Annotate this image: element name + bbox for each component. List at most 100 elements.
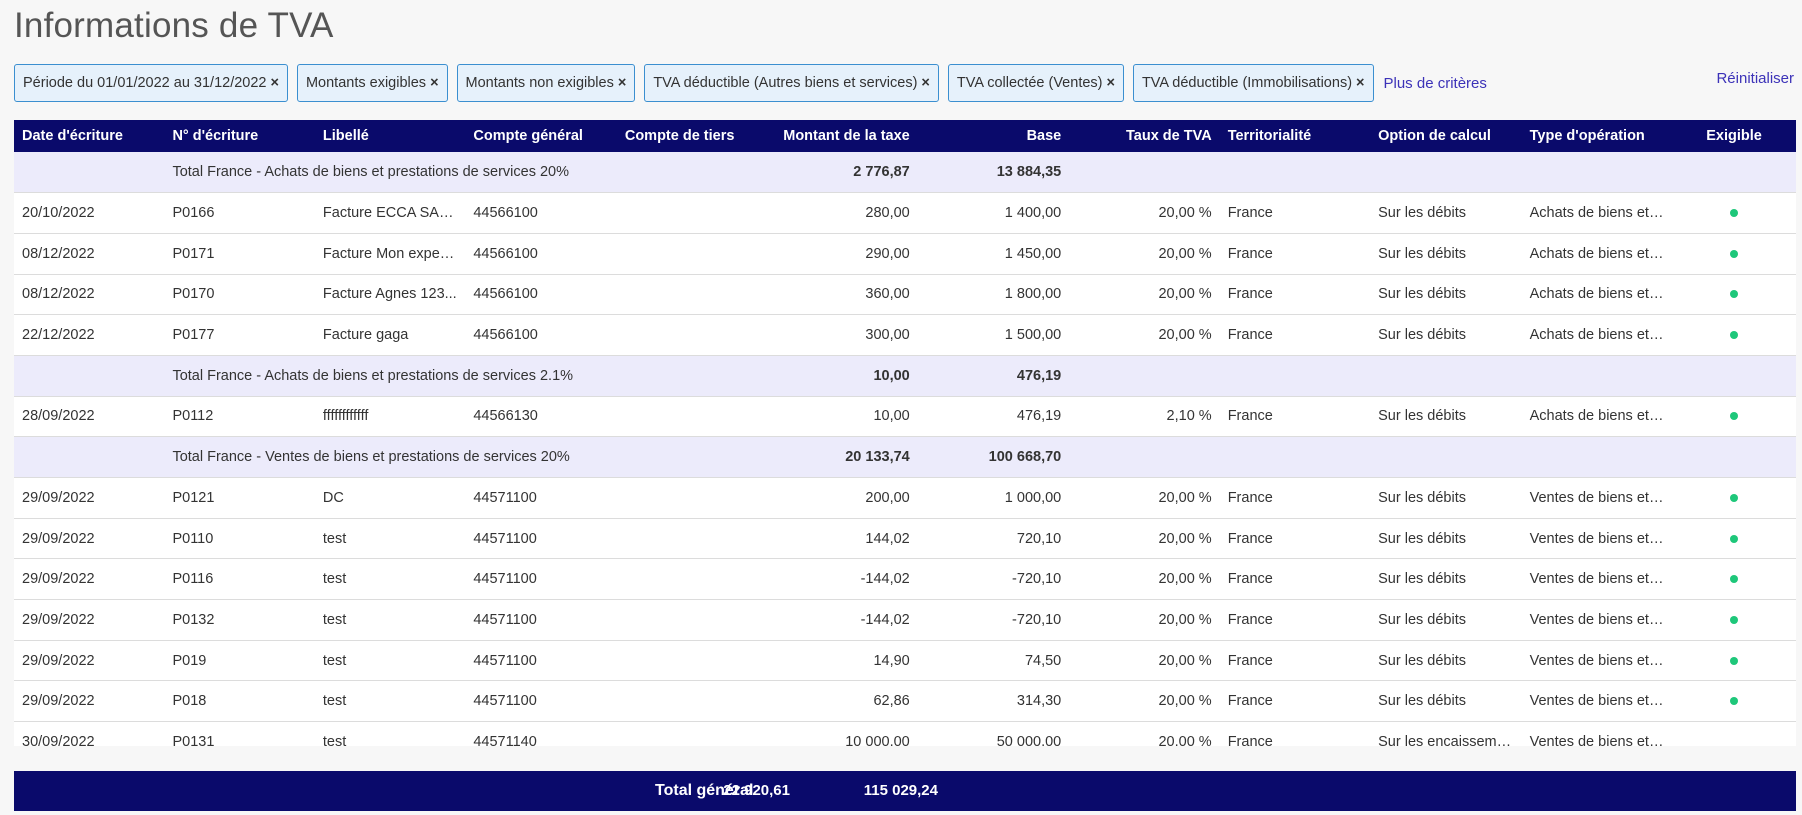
cell-operation-type: Ventes de biens et ... <box>1529 652 1666 669</box>
cell-date: 22/12/2022 <box>22 327 95 344</box>
cell-exigible <box>1672 681 1796 722</box>
table-row[interactable]: 29/09/2022 P0116 test 44571100 -144,02 -720,1… <box>14 559 1796 600</box>
group-total-row[interactable]: Total France - Achats de biens et presta… <box>14 355 1796 397</box>
filter-chip[interactable]: TVA déductible (Autres biens et services… <box>644 64 939 102</box>
cell-label: test <box>322 733 347 746</box>
cell-vat-rate: 20,00 % <box>1158 489 1212 506</box>
column-header[interactable]: Type d'opération <box>1522 120 1672 152</box>
table-row[interactable]: 29/09/2022 P018 test 44571100 62,86 314,30 20,… <box>14 681 1796 722</box>
cell-exigible <box>1672 233 1796 274</box>
cell-operation-type: Ventes de biens et ... <box>1529 611 1666 628</box>
table-header-row: Date d'écriture N° d'écriture Libellé Compt… <box>14 120 1796 152</box>
filter-chip[interactable]: TVA déductible (Immobilisations) × <box>1132 64 1374 102</box>
close-icon[interactable]: × <box>430 75 438 91</box>
cell-calc-option: Sur les débits <box>1378 408 1466 425</box>
column-header[interactable]: Option de calcul <box>1370 120 1521 152</box>
cell-exigible <box>1672 600 1796 641</box>
close-icon[interactable]: × <box>271 75 279 91</box>
group-total-row[interactable]: Total France - Ventes de biens et presta… <box>14 436 1796 478</box>
reset-link[interactable]: Réinitialiser <box>1716 70 1794 87</box>
column-header[interactable]: Territorialité <box>1220 120 1370 152</box>
table-row[interactable]: 22/12/2022 P0177 Facture gaga 44566100 300,0… <box>14 315 1796 356</box>
close-icon[interactable]: × <box>1356 75 1364 91</box>
filter-chip[interactable]: Montants non exigibles × <box>456 64 636 102</box>
cell-tax-amount: 144,02 <box>865 530 910 547</box>
cell-general-account: 44566100 <box>473 245 538 262</box>
cell-general-account: 44571100 <box>473 489 537 506</box>
cell-base: -720,10 <box>1012 611 1062 628</box>
cell-base: 1 450,00 <box>1004 245 1062 262</box>
cell-vat-rate: 20,00 % <box>1158 286 1212 303</box>
filter-chip-label: TVA déductible (Autres biens et services… <box>653 75 918 91</box>
cell-third-party-account <box>617 681 767 722</box>
cell-base: 1 000,00 <box>1004 489 1062 506</box>
column-header[interactable]: Exigible <box>1672 120 1796 152</box>
cell-tax-amount: -144,02 <box>860 611 910 628</box>
close-icon[interactable]: × <box>618 75 626 91</box>
cell-third-party-account <box>617 315 767 356</box>
filter-chip[interactable]: Période du 01/01/2022 au 31/12/2022 × <box>14 64 288 102</box>
green-dot-icon <box>1730 615 1739 624</box>
cell-territoriality: France <box>1227 571 1273 588</box>
table-row[interactable]: 29/09/2022 P0121 DC 44571100 200,00 1 000,00 2… <box>14 478 1796 519</box>
column-header[interactable]: N° d'écriture <box>164 120 314 152</box>
vat-table-container[interactable]: Date d'écriture N° d'écriture Libellé Compt… <box>14 120 1796 746</box>
table-row[interactable]: 29/09/2022 P0132 test 44571100 -144,02 -720,1… <box>14 600 1796 641</box>
cell-territoriality: France <box>1227 408 1273 425</box>
green-dot-icon <box>1730 534 1739 543</box>
cell-vat-rate: 20,00 % <box>1158 205 1212 222</box>
cell-date: 08/12/2022 <box>22 245 95 262</box>
table-row[interactable]: 30/09/2022 P0131 test 44571140 10 000,00 50 0… <box>14 722 1796 746</box>
cell-calc-option: Sur les débits <box>1378 286 1466 303</box>
column-header[interactable]: Compte de tiers <box>617 120 767 152</box>
filter-chip[interactable]: Montants exigibles × <box>296 64 448 102</box>
cell-date: 28/09/2022 <box>22 408 95 425</box>
cell-empty <box>1069 355 1796 396</box>
column-header[interactable]: Taux de TVA <box>1069 120 1219 152</box>
table-row[interactable]: 08/12/2022 P0171 Facture Mon expert... 4456… <box>14 233 1796 275</box>
cell-base: 50 000,00 <box>996 733 1062 746</box>
cell-general-account: 44571100 <box>473 530 537 547</box>
more-criteria-link[interactable]: Plus de critères <box>1384 75 1487 92</box>
column-header[interactable]: Compte général <box>465 120 616 152</box>
table-row[interactable]: 29/09/2022 P0110 test 44571100 144,02 720,10 2… <box>14 518 1796 559</box>
cell-calc-option: Sur les débits <box>1378 489 1466 506</box>
cell-label: test <box>322 652 347 669</box>
table-row[interactable]: 28/09/2022 P0112 ffffffffffff 44566130 10,00… <box>14 396 1796 437</box>
close-icon[interactable]: × <box>921 75 929 91</box>
group-total-row[interactable]: Total France - Achats de biens et presta… <box>14 152 1796 193</box>
column-header[interactable]: Montant de la taxe <box>767 120 917 152</box>
cell-empty <box>14 437 164 478</box>
cell-territoriality: France <box>1227 611 1273 628</box>
group-total-base: 100 668,70 <box>988 449 1062 466</box>
table-row[interactable]: 20/10/2022 P0166 Facture ECCA SARL 44566100… <box>14 193 1796 234</box>
table-row[interactable]: 29/09/2022 P019 test 44571100 14,90 74,50 20,0… <box>14 640 1796 681</box>
filter-chip-label: Montants exigibles <box>305 75 427 91</box>
cell-entry-number: P0131 <box>172 733 215 746</box>
table-row[interactable]: 08/12/2022 P0170 Facture Agnes 123... 44566… <box>14 274 1796 315</box>
page-title: Informations de TVA <box>14 6 334 45</box>
filter-chip[interactable]: TVA collectée (Ventes) × <box>947 64 1124 102</box>
group-total-label: Total France - Achats de biens et presta… <box>172 367 574 384</box>
cell-general-account: 44571140 <box>473 733 537 746</box>
cell-date: 29/09/2022 <box>22 652 95 669</box>
cell-territoriality: France <box>1227 733 1273 746</box>
cell-vat-rate: 20,00 % <box>1158 693 1212 710</box>
green-dot-icon <box>1730 209 1739 218</box>
cell-territoriality: France <box>1227 245 1273 262</box>
cell-entry-number: P0171 <box>172 245 215 262</box>
cell-vat-rate: 20,00 % <box>1158 611 1212 628</box>
close-icon[interactable]: × <box>1106 75 1114 91</box>
column-header[interactable]: Libellé <box>315 120 465 152</box>
cell-tax-amount: 300,00 <box>865 327 910 344</box>
cell-exigible <box>1672 274 1796 315</box>
cell-territoriality: France <box>1227 652 1273 669</box>
cell-entry-number: P0132 <box>172 611 215 628</box>
cell-base: 1 800,00 <box>1004 286 1062 303</box>
green-dot-icon <box>1730 249 1739 258</box>
cell-operation-type: Achats de biens et ... <box>1529 408 1666 425</box>
cell-entry-number: P0121 <box>172 489 215 506</box>
column-header[interactable]: Date d'écriture <box>14 120 164 152</box>
column-header[interactable]: Base <box>918 120 1069 152</box>
cell-calc-option: Sur les débits <box>1378 611 1466 628</box>
